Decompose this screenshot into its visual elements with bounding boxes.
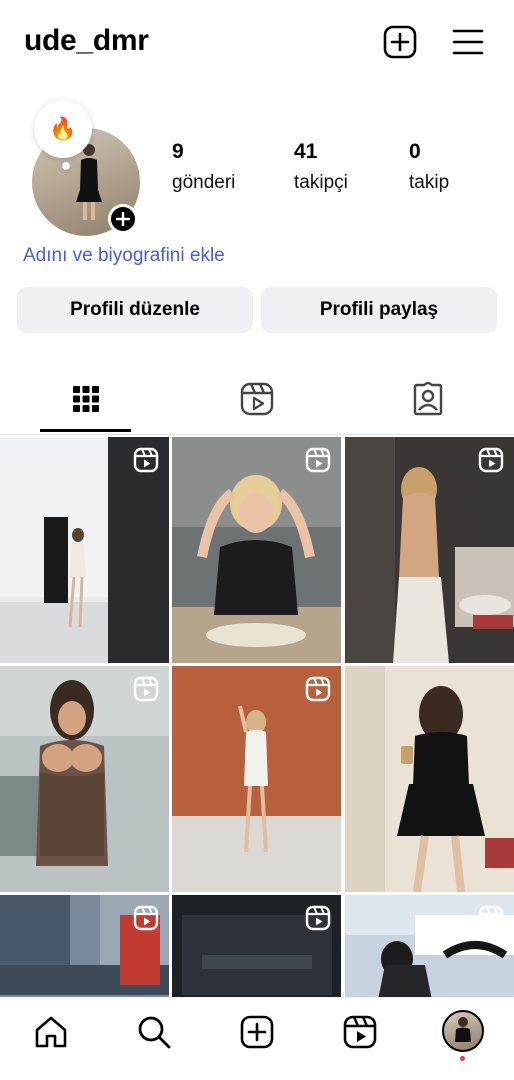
stat-posts[interactable]: 9 gönderi [172,140,235,194]
grid-item[interactable] [172,666,341,892]
add-story-button[interactable] [108,204,138,234]
create-icon [240,1015,274,1049]
grid-item[interactable] [345,895,514,997]
active-tab-indicator [40,429,131,432]
grid-item[interactable] [0,895,169,997]
nav-create[interactable] [237,1012,277,1052]
search-icon [138,1016,171,1049]
profile-avatar-thumb [455,1017,471,1042]
profile-avatar-container[interactable]: 🔥 [32,100,140,236]
posts-count: 9 [172,140,184,163]
reels-icon [240,382,273,416]
posts-label: gönderi [172,172,236,193]
grid-item[interactable] [0,666,169,892]
plus-icon [116,212,130,226]
following-label: takip [409,172,450,193]
grid-item[interactable] [345,666,514,892]
grid-item[interactable] [172,895,341,997]
reel-indicator-icon [305,905,331,931]
grid-item[interactable] [172,437,341,663]
tagged-icon [413,382,442,416]
followers-label: takipçi [294,172,348,193]
reels-icon [343,1015,377,1049]
profile-header: ude_dmr [0,0,514,90]
tab-grid[interactable] [0,365,171,433]
nav-reels[interactable] [340,1012,380,1052]
add-post-button[interactable] [380,22,420,62]
add-bio-link[interactable]: Adını ve biyografini ekle [23,245,225,267]
grid-item[interactable] [0,437,169,663]
fire-emoji: 🔥 [49,116,77,141]
nav-home[interactable] [31,1012,71,1052]
reel-indicator-icon [305,447,331,473]
tab-tagged[interactable] [342,365,513,433]
grid-item[interactable] [345,437,514,663]
add-post-icon [383,25,417,59]
stat-followers[interactable]: 41 takipçi [294,140,348,194]
share-profile-button[interactable]: Profili paylaş [261,287,497,333]
reel-indicator-icon [133,905,159,931]
nav-search[interactable] [134,1012,174,1052]
hamburger-menu-icon [452,29,484,55]
following-count: 0 [409,140,421,163]
post-thumbnail [345,666,514,892]
note-bubble[interactable]: 🔥 [34,100,92,158]
home-icon [35,1016,67,1048]
reel-indicator-icon [478,447,504,473]
nav-profile-avatar[interactable] [442,1010,484,1052]
followers-count: 41 [294,140,318,163]
stat-following[interactable]: 0 takip [409,140,449,194]
edit-profile-button[interactable]: Profili düzenle [17,287,253,333]
avatar-photo [76,144,102,220]
bottom-navigation [0,997,514,1080]
profile-tabs [0,365,514,435]
posts-grid [0,437,514,997]
reel-indicator-icon [478,905,504,931]
reel-indicator-icon [133,447,159,473]
grid-icon [72,386,99,412]
tab-reels[interactable] [171,365,342,433]
notification-dot [460,1056,465,1061]
note-bubble-tail [62,162,70,170]
username-title[interactable]: ude_dmr [24,24,149,58]
menu-button[interactable] [448,22,488,62]
reel-indicator-icon [305,676,331,702]
reel-indicator-icon [133,676,159,702]
